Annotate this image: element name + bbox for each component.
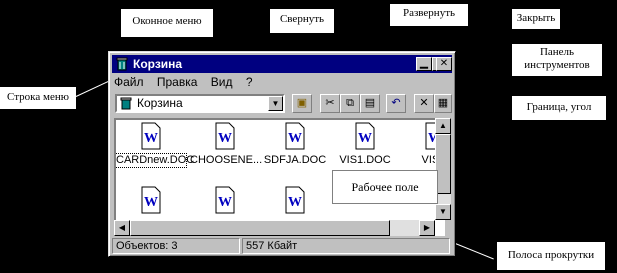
menu-edit[interactable]: Правка [157, 75, 198, 89]
svg-text:W: W [144, 131, 158, 146]
word-document-icon: W [355, 122, 375, 150]
callout-work-area: Рабочее поле [332, 170, 438, 204]
menu-help[interactable]: ? [246, 75, 253, 89]
delete-button[interactable]: ✕ [414, 94, 434, 113]
undo-icon: ↶ [391, 97, 401, 109]
copy-button[interactable]: ⧉ [340, 94, 360, 113]
scissors-icon: ✂ [325, 97, 335, 109]
file-name: VIS1.DOC [339, 154, 391, 166]
status-object-count: Объектов: 3 [112, 238, 240, 254]
status-size: 557 Кбайт [242, 238, 450, 254]
scroll-right-button[interactable]: ▶ [419, 220, 435, 236]
address-combo[interactable]: Корзина ▼ [115, 94, 285, 113]
callout-minimize: Свернуть [270, 9, 334, 33]
callout-border-corner: Граница, угол [512, 96, 606, 120]
close-icon: ✕ [439, 58, 449, 69]
svg-text:W: W [288, 195, 302, 210]
callout-toolbar: Панель инструментов [512, 44, 602, 76]
recycle-bin-icon[interactable] [115, 57, 129, 71]
word-document-icon: W [215, 186, 235, 214]
scroll-down-button[interactable]: ▼ [435, 204, 451, 220]
file-name: CHOOSENE... [190, 154, 263, 166]
chevron-down-icon[interactable]: ▼ [268, 96, 283, 111]
scroll-up-button[interactable]: ▲ [435, 118, 451, 134]
callout-close: Закрыть [512, 9, 560, 29]
callout-window-menu: Оконное меню [121, 9, 213, 37]
up-folder-button[interactable]: ▣ [292, 94, 312, 113]
properties-button[interactable]: ▦ [434, 94, 452, 113]
toolbar: Корзина ▼ ▣ ✂ ⧉ ▤ ↶ ✕ ▦ [112, 92, 452, 116]
word-document-icon: W [141, 186, 161, 214]
paste-button[interactable]: ▤ [360, 94, 380, 113]
svg-text:W: W [144, 195, 158, 210]
word-document-icon: W [141, 122, 161, 150]
undo-button[interactable]: ↶ [386, 94, 406, 113]
file-item[interactable]: W CARDnew.DOC [116, 122, 195, 174]
close-button[interactable]: ✕ [436, 57, 452, 71]
word-document-icon: W [215, 122, 235, 150]
file-item[interactable]: W CHOOSENE... [190, 122, 263, 174]
menu-bar: Файл Правка Вид ? [114, 74, 263, 90]
horizontal-scrollbar[interactable]: ◀ ▶ [114, 220, 435, 236]
window-title: Корзина [133, 57, 183, 71]
word-document-icon: W [285, 186, 305, 214]
svg-text:W: W [288, 131, 302, 146]
minimize-icon: ▁ [420, 58, 428, 69]
explorer-window: Корзина ▁ ☐ ✕ Файл Правка Вид ? Корзина … [108, 51, 456, 257]
svg-text:W: W [218, 195, 232, 210]
address-label: Корзина [137, 96, 183, 110]
pointer-line-menu-bar [75, 79, 111, 97]
status-bar: Объектов: 3 557 Кбайт [112, 238, 452, 254]
scroll-left-button[interactable]: ◀ [114, 220, 130, 236]
file-name: SDFJA.DOC [263, 154, 327, 166]
svg-text:W: W [358, 131, 372, 146]
paste-icon: ▤ [364, 97, 376, 109]
folder-up-icon: ▣ [296, 97, 308, 109]
file-item[interactable]: W VIS1.DOC [330, 122, 400, 174]
callout-menu-bar: Строка меню [0, 87, 76, 109]
properties-icon: ▦ [437, 97, 449, 109]
callout-scrollbar: Полоса прокрутки [497, 242, 605, 270]
file-item[interactable]: W SDFJA.DOC [260, 122, 330, 174]
minimize-button[interactable]: ▁ [416, 57, 432, 71]
menu-file[interactable]: Файл [114, 75, 144, 89]
cut-button[interactable]: ✂ [320, 94, 340, 113]
copy-icon: ⧉ [346, 97, 354, 109]
recycle-bin-icon [120, 97, 132, 110]
file-name: CARDnew.DOC [116, 153, 195, 168]
word-document-icon: W [285, 122, 305, 150]
delete-icon: ✕ [419, 97, 429, 109]
svg-text:W: W [218, 131, 232, 146]
title-bar[interactable]: Корзина ▁ ☐ [112, 55, 452, 73]
callout-maximize: Развернуть [390, 4, 468, 26]
menu-view[interactable]: Вид [211, 75, 233, 89]
vertical-scrollbar[interactable]: ▲ ▼ [435, 118, 451, 220]
scroll-thumb-horizontal[interactable] [130, 220, 390, 236]
